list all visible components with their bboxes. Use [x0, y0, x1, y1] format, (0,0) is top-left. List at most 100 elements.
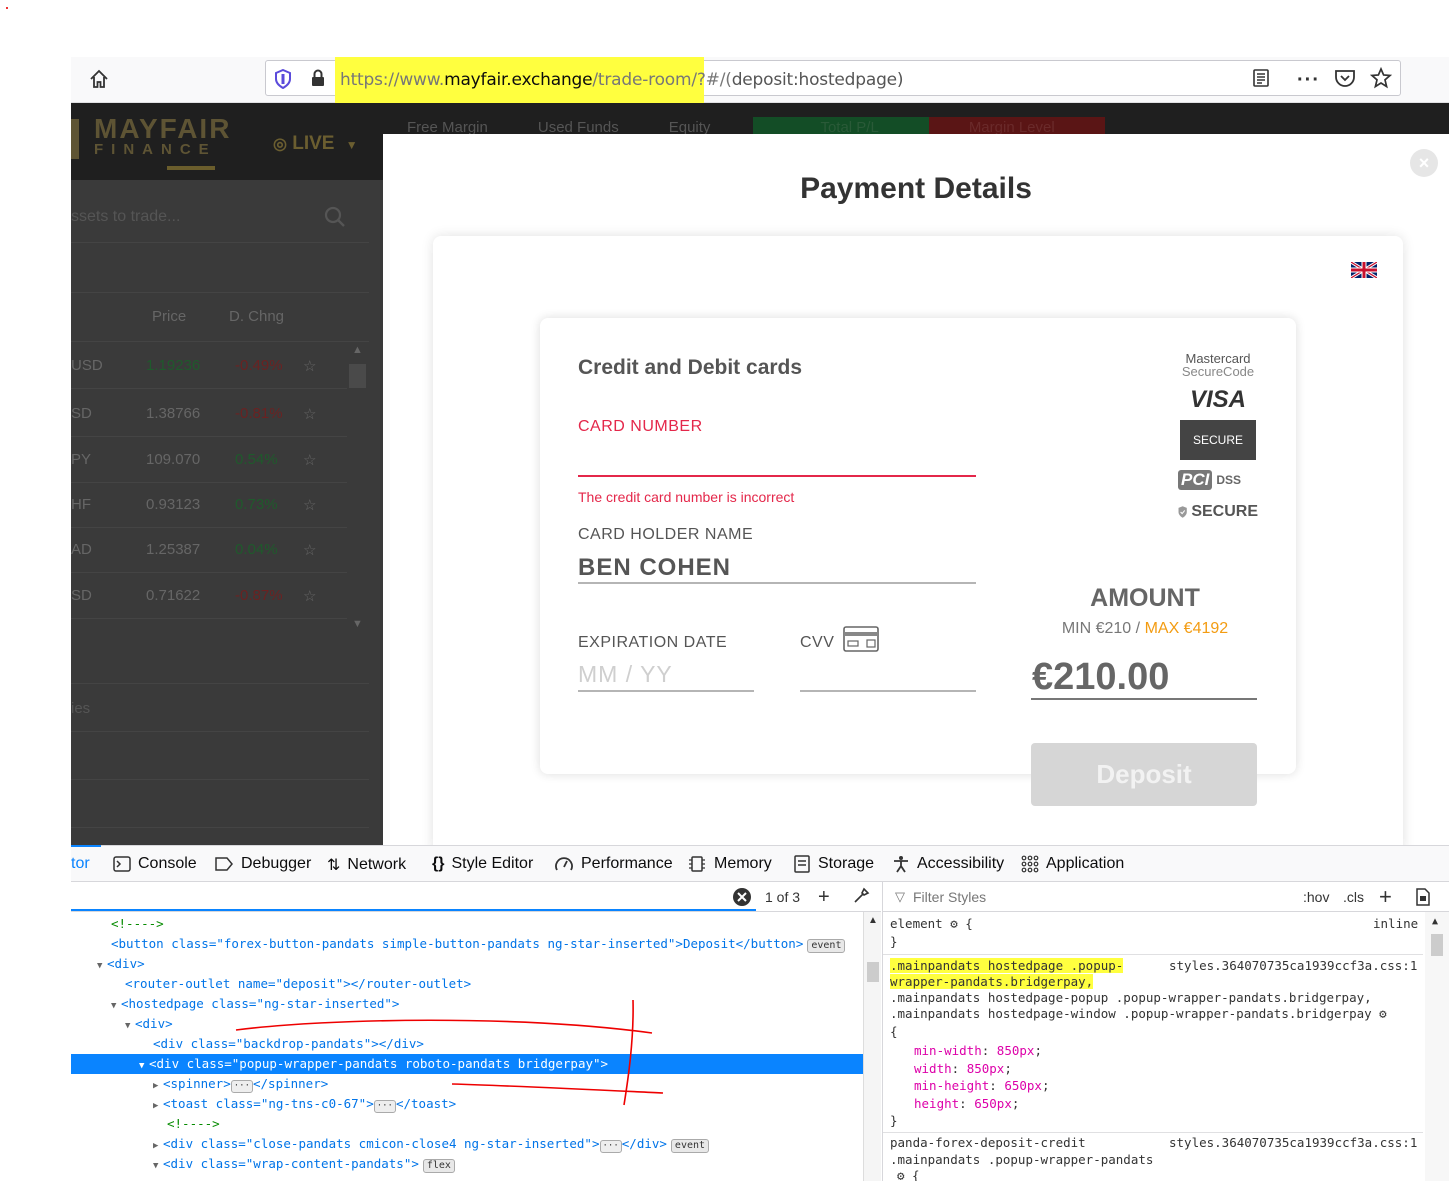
tab-network[interactable]: ⇅ Network [327, 855, 406, 875]
panel-row[interactable]: ies [71, 684, 369, 732]
collapsed-dots[interactable]: ··· [373, 1100, 396, 1113]
asset-search[interactable]: ssets to trade... [71, 193, 369, 243]
rules-scrollbar[interactable]: ▲ [1425, 912, 1449, 1181]
expand-triangle-icon[interactable]: ▼ [153, 1156, 163, 1176]
expand-triangle-icon[interactable]: ▶ [153, 1136, 163, 1156]
column-change[interactable]: D. Chng [229, 308, 284, 325]
event-badge[interactable]: event [807, 939, 846, 953]
markup-node[interactable]: ▼ <div class="wrap-content-pandats"> flex [71, 1154, 863, 1174]
url-bar[interactable]: https://www.mayfair.exchange/trade-room/… [265, 57, 1401, 103]
bookmark-star-icon[interactable] [1369, 66, 1393, 94]
tab-console[interactable]: Console [113, 855, 197, 873]
quotes-scrollbar[interactable]: ▲ ▼ [347, 344, 369, 634]
css-declaration[interactable]: height: 650px; [914, 1095, 1019, 1112]
rule-selector[interactable]: panda-forex-deposit-credit [890, 1134, 1086, 1151]
markup-node[interactable]: <router-outlet name="deposit"></router-o… [71, 974, 863, 994]
url-text[interactable]: https://www.mayfair.exchange/trade-room/… [340, 70, 904, 90]
markup-node[interactable]: ▼ <div> [71, 954, 863, 974]
quote-row[interactable]: SD 1.38766 -0.81% ☆ [71, 392, 347, 437]
element-rule[interactable]: element ⚙ { [890, 915, 973, 932]
rules-scrollbar-thumb[interactable] [1431, 934, 1443, 956]
markup-node[interactable]: ▶ <toast class="ng-tns-c0-67"> ··· </toast> [71, 1094, 863, 1114]
quote-row[interactable]: AD 1.25387 0.04% ☆ [71, 528, 347, 573]
gear-icon[interactable]: ⚙ [897, 1168, 905, 1181]
pocket-icon[interactable] [1334, 68, 1356, 93]
quote-row[interactable]: USD 1.19236 -0.49% ☆ [71, 344, 347, 389]
star-icon[interactable]: ☆ [303, 451, 316, 469]
rule-selector-dim[interactable]: .mainpandats hostedpage-window .popup-wr… [890, 1005, 1387, 1022]
clear-search-icon[interactable] [732, 887, 752, 912]
amount-input[interactable]: €210.00 [1032, 656, 1169, 699]
expand-triangle-icon[interactable]: ▼ [97, 956, 107, 976]
scrollbar-thumb[interactable] [349, 364, 366, 388]
chevron-up-icon[interactable]: ▲ [868, 915, 878, 926]
uk-flag-icon[interactable] [1350, 260, 1378, 280]
markup-scrollbar-thumb[interactable] [867, 962, 879, 982]
quote-row[interactable]: SD 0.71622 -0.87% ☆ [71, 574, 347, 619]
markup-node[interactable]: ▶ <div class="close-pandats cmicon-close4… [71, 1134, 863, 1154]
column-price[interactable]: Price [152, 308, 186, 325]
gear-icon[interactable]: ⚙ [1379, 1006, 1387, 1021]
page-actions-icon[interactable]: ··· [1297, 69, 1320, 92]
collapsed-dots[interactable]: ··· [599, 1140, 622, 1153]
lock-icon[interactable] [310, 69, 326, 92]
tab-style-editor[interactable]: {} Style Editor [432, 855, 533, 873]
rule-selector[interactable]: .mainpandats .popup-wrapper-pandats [890, 1151, 1153, 1168]
search-icon[interactable] [323, 205, 347, 234]
rule-selector-line[interactable]: wrapper-pandats.bridgerpay, [890, 973, 1094, 990]
tab-application[interactable]: Application [1021, 855, 1124, 873]
star-icon[interactable]: ☆ [303, 587, 316, 605]
css-declaration[interactable]: min-height: 650px; [914, 1077, 1050, 1094]
hov-toggle[interactable]: :hov [1303, 889, 1329, 905]
rule-selector-dim[interactable]: .mainpandats hostedpage-popup .popup-wra… [890, 989, 1372, 1006]
add-rule-icon[interactable]: + [1379, 884, 1392, 910]
markup-node[interactable]: <button class="forex-button-pandats simp… [71, 934, 863, 954]
eyedropper-icon[interactable] [852, 887, 870, 910]
tab-debugger[interactable]: Debugger [214, 855, 311, 873]
tab-accessibility[interactable]: Accessibility [892, 855, 1004, 873]
tab-memory[interactable]: Memory [687, 855, 772, 873]
chevron-up-icon[interactable]: ▲ [1432, 916, 1438, 927]
print-media-icon[interactable] [1415, 888, 1431, 909]
home-icon[interactable] [85, 65, 113, 93]
markup-search[interactable]: 1 of 3 + [71, 882, 881, 912]
flex-badge[interactable]: flex [422, 1159, 455, 1173]
markup-node[interactable]: <!----> [71, 1114, 863, 1134]
markup-node-selected[interactable]: ▼ <div class="popup-wrapper-pandats robot… [71, 1054, 863, 1074]
expand-triangle-icon[interactable]: ▼ [125, 1016, 135, 1036]
gear-icon[interactable]: ⚙ [950, 916, 958, 931]
markup-node[interactable]: <div class="backdrop-pandats"></div> [71, 1034, 863, 1054]
css-declaration[interactable]: min-width: 850px; [914, 1042, 1042, 1059]
live-selector[interactable]: ◎ LIVE ▼ [273, 133, 358, 155]
card-number-input[interactable] [578, 443, 976, 475]
expand-triangle-icon[interactable]: ▼ [139, 1056, 149, 1076]
rule-source-link[interactable]: styles.364070735ca1939ccf3a.css:1 [1169, 1134, 1417, 1151]
expand-triangle-icon[interactable]: ▶ [153, 1096, 163, 1116]
inline-source[interactable]: inline [1373, 915, 1418, 932]
star-icon[interactable]: ☆ [303, 496, 316, 514]
tab-storage[interactable]: Storage [793, 855, 874, 873]
collapsed-dots[interactable]: ··· [230, 1080, 253, 1093]
css-declaration[interactable]: width: 850px; [914, 1060, 1012, 1077]
chevron-down-icon[interactable]: ▼ [352, 618, 363, 630]
cvv-input[interactable] [800, 658, 976, 690]
filter-styles-input[interactable]: Filter Styles [913, 889, 986, 905]
star-icon[interactable]: ☆ [303, 541, 316, 559]
expand-triangle-icon[interactable]: ▼ [111, 996, 121, 1016]
expand-triangle-icon[interactable]: ▶ [153, 1076, 163, 1096]
reader-view-icon[interactable] [1251, 68, 1271, 93]
add-node-icon[interactable]: + [818, 886, 830, 909]
event-badge[interactable]: event [670, 1139, 710, 1153]
markup-node[interactable]: ▶ <spinner> ··· </spinner> [71, 1074, 863, 1094]
star-icon[interactable]: ☆ [303, 405, 316, 423]
deposit-button[interactable]: Deposit [1031, 743, 1257, 806]
cls-toggle[interactable]: .cls [1343, 889, 1364, 905]
star-icon[interactable]: ☆ [303, 357, 316, 375]
tracking-shield-icon[interactable] [274, 68, 292, 94]
rule-selector-line[interactable]: .mainpandats hostedpage .popup- [890, 957, 1124, 974]
rule-source-link[interactable]: styles.364070735ca1939ccf3a.css:1 [1169, 957, 1417, 974]
markup-node[interactable]: ▼ <hostedpage class="ng-star-inserted"> [71, 994, 863, 1014]
holder-input[interactable]: BEN COHEN [578, 554, 731, 582]
chevron-up-icon[interactable]: ▲ [352, 344, 363, 356]
panel-splitter[interactable]: ▲ [863, 912, 881, 1181]
